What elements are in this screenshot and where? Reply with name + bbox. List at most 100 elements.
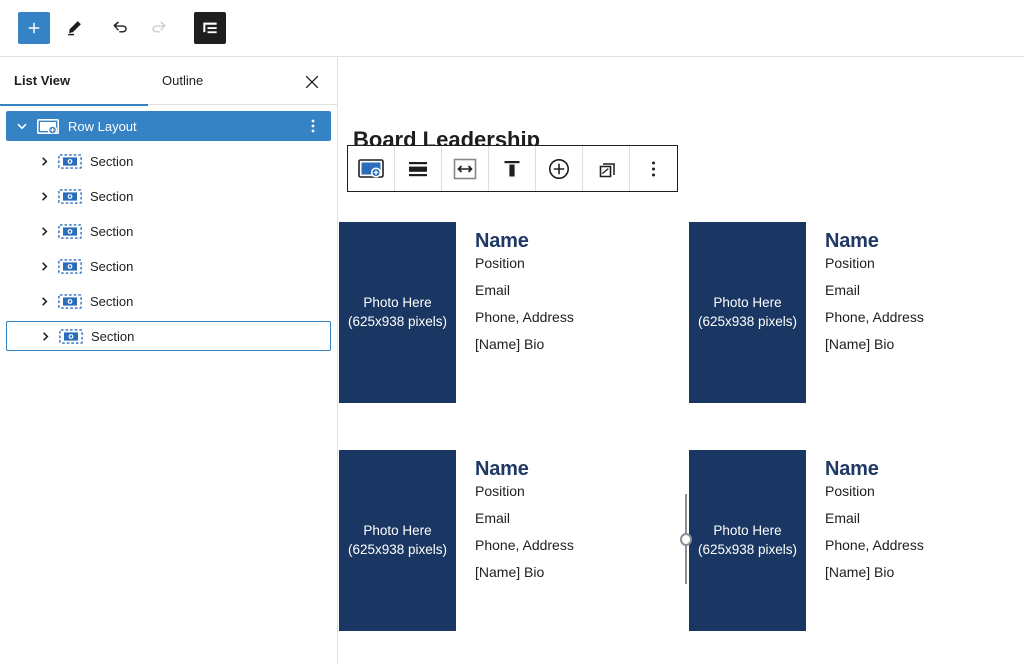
profile-card[interactable]: Photo Here (625x938 pixels) Name Position Em…: [689, 222, 1024, 403]
tree-item-section[interactable]: Section: [6, 146, 331, 176]
profile-cards-grid: Photo Here (625x938 pixels) Name Position Em…: [339, 222, 1024, 664]
editor-canvas: Board Leadership Photo Here (625x938 pix…: [339, 57, 1024, 664]
redo-button[interactable]: [144, 12, 176, 44]
profile-position[interactable]: Position: [475, 256, 574, 270]
vertical-dots-icon: [311, 119, 315, 133]
profile-phone-address[interactable]: Phone, Address: [475, 538, 574, 552]
list-view-panel: List View Outline Row Layout Section Sec…: [0, 57, 338, 664]
vertical-dots-icon: [652, 161, 655, 176]
row-layout-icon: [358, 159, 384, 178]
row-layout-icon: [36, 118, 60, 134]
add-block-button[interactable]: [18, 12, 50, 44]
chevron-right-icon[interactable]: [36, 188, 52, 204]
section-icon: [58, 188, 82, 204]
tree-item-section[interactable]: Section: [6, 181, 331, 211]
plus-icon: [28, 22, 40, 34]
tab-list-view[interactable]: List View: [0, 57, 148, 106]
tree-item-section[interactable]: Section: [6, 251, 331, 281]
profile-email[interactable]: Email: [825, 511, 924, 525]
list-view-icon: [203, 22, 217, 34]
photo-placeholder-line2: (625x938 pixels): [347, 541, 448, 557]
profile-name[interactable]: Name: [475, 230, 574, 253]
column-resize-handle[interactable]: [680, 494, 692, 584]
profile-card[interactable]: Photo Here (625x938 pixels) Name Position Em…: [689, 450, 1024, 631]
profile-bio[interactable]: [Name] Bio: [475, 337, 574, 351]
profile-info: Name Position Email Phone, Address [Name] Bi…: [456, 450, 574, 631]
chevron-right-icon[interactable]: [37, 328, 53, 344]
undo-button[interactable]: [104, 12, 136, 44]
section-icon: [58, 223, 82, 239]
list-view-toggle-button[interactable]: [194, 12, 226, 44]
profile-email[interactable]: Email: [825, 283, 924, 297]
profile-phone-address[interactable]: Phone, Address: [475, 310, 574, 324]
resize-handle-knob[interactable]: [680, 532, 692, 546]
full-width-button[interactable]: [442, 146, 489, 191]
photo-placeholder[interactable]: Photo Here (625x938 pixels): [339, 222, 456, 403]
profile-email[interactable]: Email: [475, 511, 574, 525]
profile-position[interactable]: Position: [825, 484, 924, 498]
chevron-down-icon[interactable]: [14, 118, 30, 134]
tree-item-row-layout[interactable]: Row Layout: [6, 111, 331, 141]
edit-tool-button[interactable]: [58, 12, 90, 44]
tab-list-view-label: List View: [14, 73, 71, 88]
profile-name[interactable]: Name: [475, 458, 574, 481]
tree-item-section[interactable]: Section: [6, 286, 331, 316]
chevron-right-icon[interactable]: [36, 153, 52, 169]
profile-card[interactable]: Photo Here (625x938 pixels) Name Position Em…: [339, 222, 689, 403]
duplicate-button[interactable]: [583, 146, 630, 191]
pencil-icon: [68, 21, 81, 36]
align-block-button[interactable]: [395, 146, 442, 191]
editor-top-toolbar: [0, 0, 1024, 57]
section-icon: [58, 258, 82, 274]
profile-bio[interactable]: [Name] Bio: [825, 565, 924, 579]
profile-cards-row: Photo Here (625x938 pixels) Name Position Em…: [339, 222, 1024, 403]
chevron-right-icon[interactable]: [36, 258, 52, 274]
tree-item-section[interactable]: Section: [6, 216, 331, 246]
align-top-icon: [504, 160, 520, 176]
profile-position[interactable]: Position: [825, 256, 924, 270]
profile-email[interactable]: Email: [475, 283, 574, 297]
more-options-button[interactable]: [630, 146, 677, 191]
profile-bio[interactable]: [Name] Bio: [825, 337, 924, 351]
chevron-right-icon[interactable]: [36, 223, 52, 239]
profile-info: Name Position Email Phone, Address [Name] Bi…: [456, 222, 574, 403]
profile-name[interactable]: Name: [825, 458, 924, 481]
section-icon: [58, 293, 82, 309]
tree-item-options-button[interactable]: [305, 118, 321, 134]
tree-children-container: Section Section Section Section Section Secti…: [6, 146, 331, 351]
profile-phone-address[interactable]: Phone, Address: [825, 538, 924, 552]
block-type-row-layout-button[interactable]: [348, 146, 395, 191]
chevron-right-icon[interactable]: [36, 293, 52, 309]
photo-placeholder[interactable]: Photo Here (625x938 pixels): [689, 450, 806, 631]
photo-placeholder-line1: Photo Here: [713, 295, 782, 311]
profile-phone-address[interactable]: Phone, Address: [825, 310, 924, 324]
clipped-section-heading: Board Leadership: [353, 127, 541, 147]
tree-item-row-layout-label: Row Layout: [68, 118, 137, 134]
block-toolbar: [347, 145, 678, 192]
photo-placeholder[interactable]: Photo Here (625x938 pixels): [689, 222, 806, 403]
photo-placeholder[interactable]: Photo Here (625x938 pixels): [339, 450, 456, 631]
tree-item-section[interactable]: Section: [6, 321, 331, 351]
tree-item-section-label: Section: [90, 153, 134, 169]
duplicate-icon: [599, 162, 615, 177]
undo-arrow-icon: [113, 21, 127, 33]
profile-bio[interactable]: [Name] Bio: [475, 565, 574, 579]
photo-placeholder-line2: (625x938 pixels): [697, 313, 798, 329]
profile-name[interactable]: Name: [825, 230, 924, 253]
vertical-align-top-button[interactable]: [489, 146, 536, 191]
tree-item-section-label: Section: [91, 328, 135, 344]
align-rows-icon: [409, 161, 427, 176]
plus-circle-icon: [549, 158, 569, 179]
tree-item-section-label: Section: [90, 293, 134, 309]
profile-card[interactable]: Photo Here (625x938 pixels) Name Position Em…: [339, 450, 689, 631]
photo-placeholder-line1: Photo Here: [713, 523, 782, 539]
block-tree: Row Layout Section Section Section Section S…: [0, 105, 337, 351]
photo-placeholder-line2: (625x938 pixels): [347, 313, 448, 329]
horizontal-arrows-icon: [453, 158, 477, 179]
add-section-button[interactable]: [536, 146, 583, 191]
tab-outline[interactable]: Outline: [148, 57, 296, 105]
profile-info: Name Position Email Phone, Address [Name] Bi…: [806, 450, 924, 631]
profile-position[interactable]: Position: [475, 484, 574, 498]
photo-placeholder-line2: (625x938 pixels): [697, 541, 798, 557]
close-panel-button[interactable]: [301, 71, 323, 93]
